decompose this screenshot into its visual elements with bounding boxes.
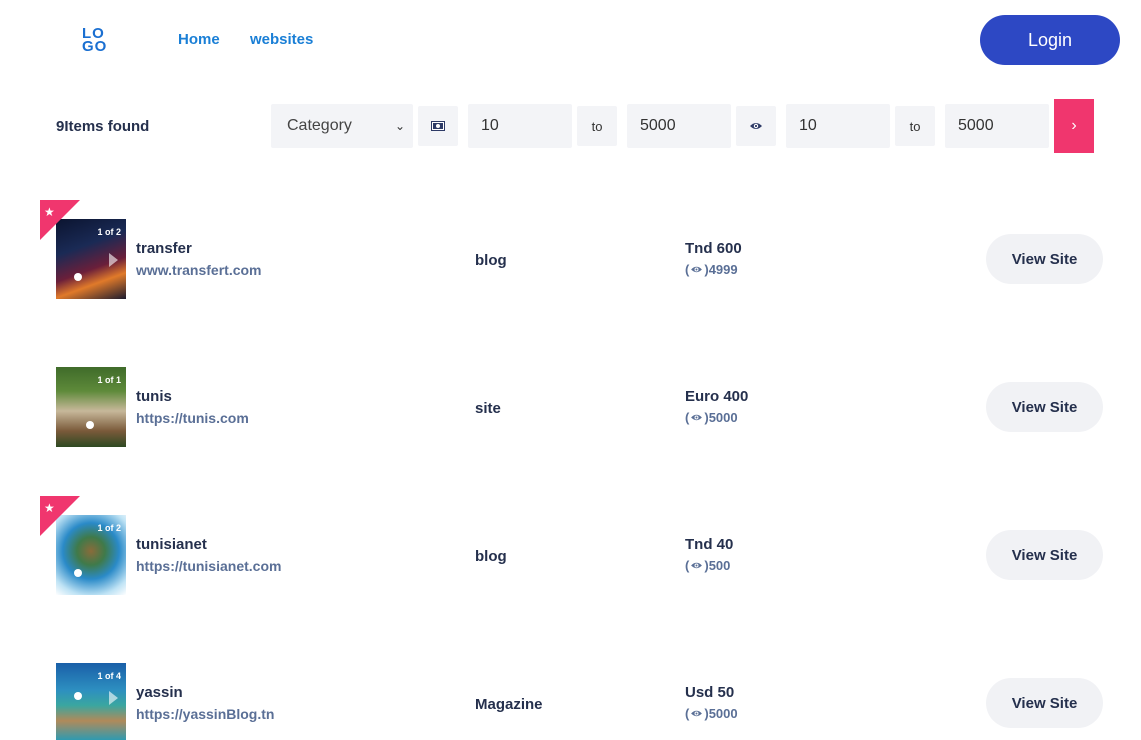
- money-icon: [431, 121, 445, 131]
- site-name: yassin: [136, 684, 183, 701]
- slide-counter: 1 of 2: [97, 227, 121, 237]
- category-select[interactable]: Category ⌄: [271, 104, 413, 148]
- views-to-label: to: [895, 106, 935, 146]
- eye-icon: [691, 414, 703, 421]
- slide-counter: 1 of 1: [97, 375, 121, 385]
- list-item: 1 of 4 yassin https://yassinBlog.tn Maga…: [0, 644, 1141, 740]
- slide-dot[interactable]: [74, 273, 82, 281]
- site-thumbnail[interactable]: 1 of 1: [56, 367, 126, 447]
- views-count: 4999: [708, 262, 738, 277]
- view-site-button[interactable]: View Site: [986, 530, 1103, 580]
- price-max-input[interactable]: 5000: [627, 104, 731, 148]
- views-count: 5000: [708, 410, 738, 425]
- price-min-input[interactable]: 10: [468, 104, 572, 148]
- price-to-label: to: [577, 106, 617, 146]
- list-item: 1 of 1 tunis https://tunis.com site Euro…: [0, 348, 1141, 447]
- apply-filter-button[interactable]: ›: [1054, 99, 1094, 153]
- site-price: Tnd 40: [685, 536, 734, 553]
- views-filter-icon-box: [736, 106, 776, 146]
- views-count: 500: [708, 558, 731, 573]
- views-count: 5000: [708, 706, 738, 721]
- site-price: Euro 400: [685, 388, 749, 405]
- logo[interactable]: LO GO: [82, 26, 110, 55]
- site-views: () 5000: [685, 706, 738, 721]
- site-name: tunisianet: [136, 536, 207, 553]
- eye-icon: [750, 123, 762, 129]
- star-icon: ★: [44, 501, 55, 515]
- chevron-down-icon: ⌄: [394, 119, 405, 133]
- site-views: () 500: [685, 558, 731, 573]
- site-url[interactable]: https://tunisianet.com: [136, 558, 281, 574]
- chevron-right-icon: ›: [1071, 117, 1077, 134]
- next-slide-icon[interactable]: [109, 691, 118, 705]
- logo-line-2: GO: [82, 38, 108, 55]
- nav-home-link[interactable]: Home: [178, 31, 220, 48]
- price-filter-icon-box: [418, 106, 458, 146]
- eye-icon: [691, 266, 703, 273]
- views-min-input[interactable]: 10: [786, 104, 890, 148]
- site-price: Tnd 600: [685, 240, 742, 257]
- list-item: 1 of 2 ★ transfer www.transfert.com blog…: [0, 200, 1141, 299]
- site-url[interactable]: https://tunis.com: [136, 410, 249, 426]
- items-found-count: 9Items found: [56, 118, 150, 135]
- site-category: blog: [475, 548, 507, 565]
- slide-counter: 1 of 2: [97, 523, 121, 533]
- site-url[interactable]: www.transfert.com: [136, 262, 262, 278]
- nav-websites-link[interactable]: websites: [250, 31, 313, 48]
- site-url[interactable]: https://yassinBlog.tn: [136, 706, 274, 722]
- site-price: Usd 50: [685, 684, 735, 701]
- view-site-button[interactable]: View Site: [986, 234, 1103, 284]
- eye-icon: [691, 562, 703, 569]
- view-site-button[interactable]: View Site: [986, 678, 1103, 728]
- star-icon: ★: [44, 205, 55, 219]
- site-name: transfer: [136, 240, 192, 257]
- site-category: Magazine: [475, 696, 543, 713]
- next-slide-icon[interactable]: [109, 253, 118, 267]
- views-max-input[interactable]: 5000: [945, 104, 1049, 148]
- site-thumbnail[interactable]: 1 of 4: [56, 663, 126, 740]
- list-item: 1 of 2 ★ tunisianet https://tunisianet.c…: [0, 496, 1141, 595]
- view-site-button[interactable]: View Site: [986, 382, 1103, 432]
- category-select-value: Category: [287, 117, 352, 134]
- site-name: tunis: [136, 388, 172, 405]
- site-category: site: [475, 400, 501, 417]
- slide-dot[interactable]: [74, 692, 82, 700]
- eye-icon: [691, 710, 703, 717]
- site-views: () 4999: [685, 262, 738, 277]
- slide-dot[interactable]: [74, 569, 82, 577]
- site-views: () 5000: [685, 410, 738, 425]
- login-button[interactable]: Login: [980, 15, 1120, 65]
- slide-dot[interactable]: [86, 421, 94, 429]
- site-category: blog: [475, 252, 507, 269]
- slide-counter: 1 of 4: [97, 671, 121, 681]
